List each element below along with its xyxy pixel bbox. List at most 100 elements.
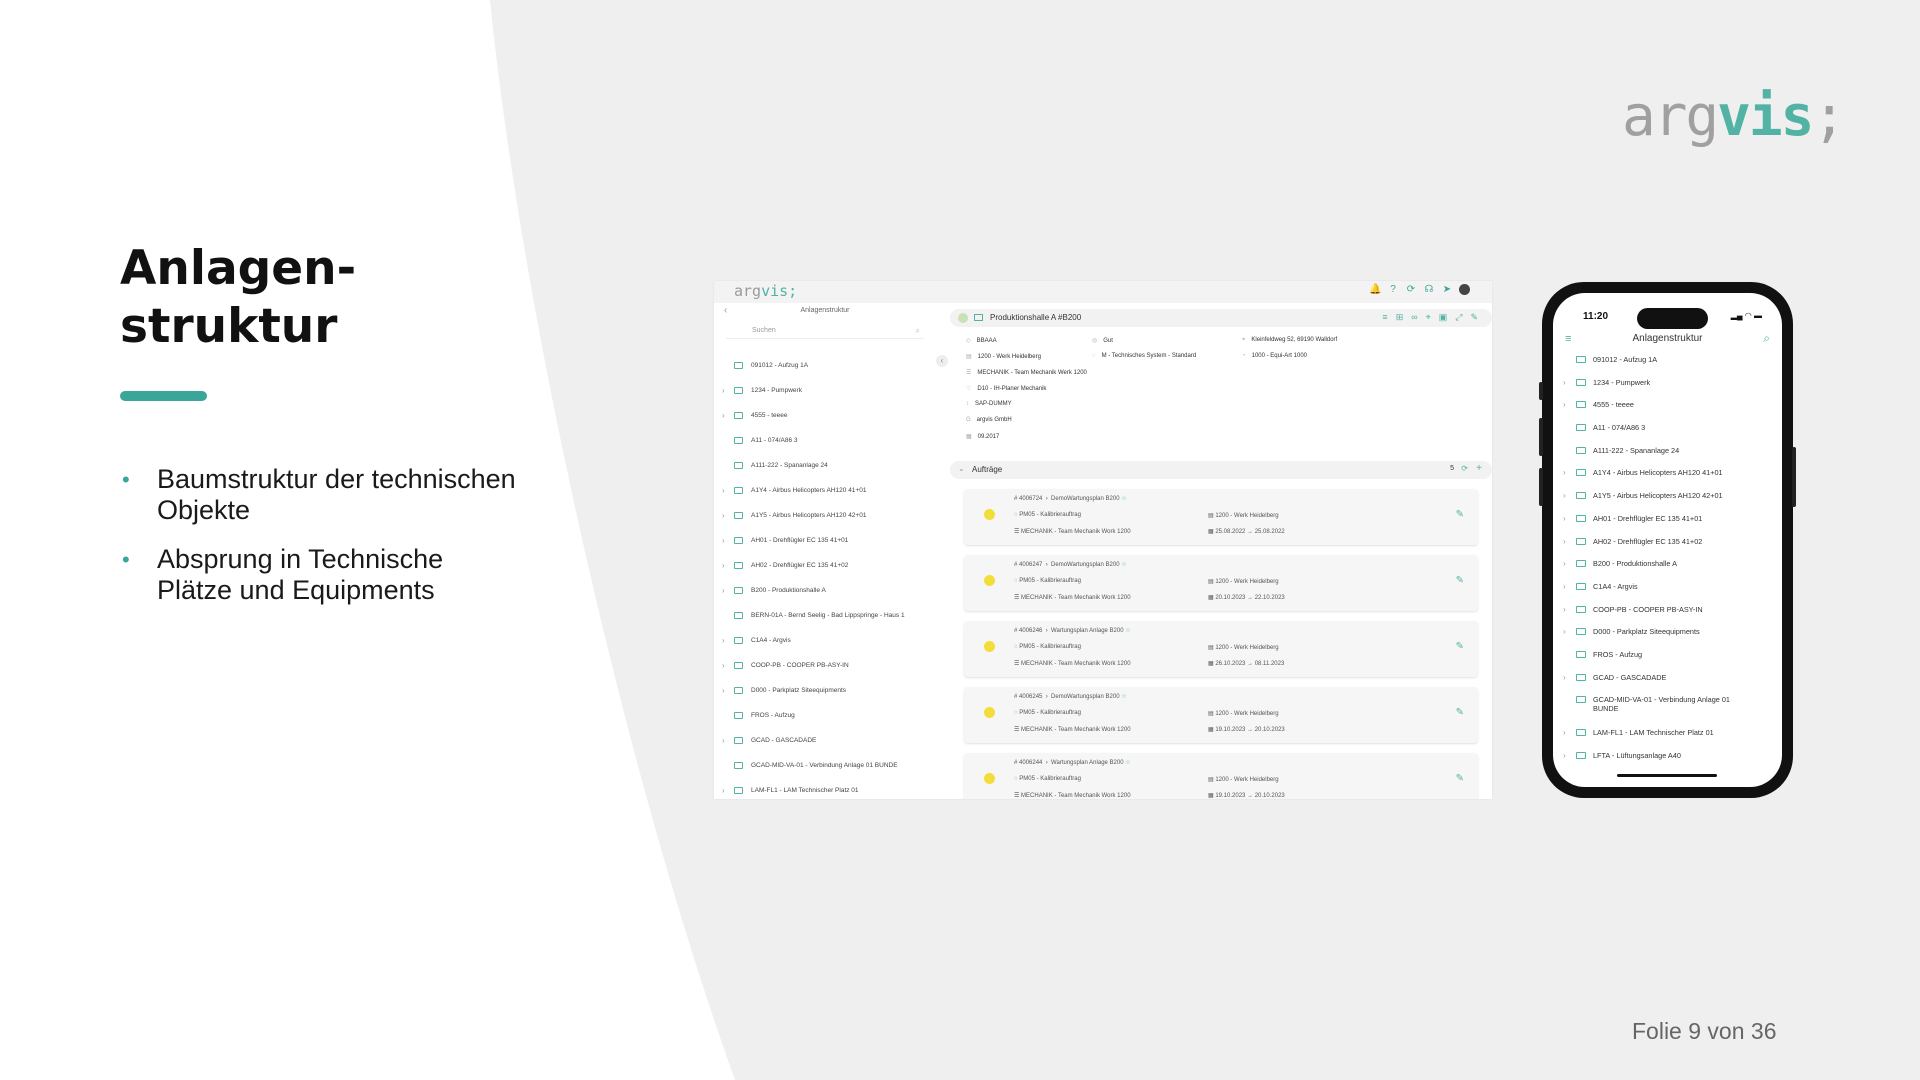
edit-icon[interactable]: ✎	[1470, 312, 1478, 323]
chevron-right-icon[interactable]: ›	[722, 661, 725, 671]
tree-item[interactable]: › A1Y4 - Airbus Helicopters AH120 41+01	[714, 486, 936, 511]
phone-tree-item[interactable]: › C1A4 - Argvis	[1553, 582, 1782, 605]
chevron-right-icon[interactable]: ›	[1563, 400, 1566, 409]
chevron-right-icon[interactable]: ›	[722, 411, 725, 421]
search-icon[interactable]: ⌕	[1763, 331, 1770, 346]
chevron-right-icon[interactable]: ›	[722, 786, 725, 796]
phone-tree-item[interactable]: › COOP-PB - COOPER PB-ASY-IN	[1553, 605, 1782, 628]
share-icon[interactable]: ⤢	[1455, 312, 1462, 323]
edit-icon[interactable]: ✎	[1456, 773, 1464, 784]
phone-tree-item[interactable]: › LFTA - Lüftungsanlage A40	[1553, 751, 1782, 774]
image-icon[interactable]: ▣	[1439, 312, 1448, 323]
chevron-right-icon[interactable]: ›	[722, 486, 725, 496]
order-number: 4006245	[1019, 694, 1043, 700]
chevron-right-icon[interactable]: ›	[1563, 514, 1566, 523]
chevron-right-icon[interactable]: ›	[722, 511, 725, 521]
tree-item-label: AH02 - Drehflügler EC 135 41+02	[751, 562, 849, 569]
tree-item[interactable]: 091012 - Aufzug 1A	[714, 361, 936, 386]
add-icon[interactable]: +	[1476, 463, 1482, 474]
chevron-right-icon[interactable]: ›	[722, 561, 725, 571]
send-icon[interactable]: ➤	[1441, 284, 1453, 296]
phone-tree-item[interactable]: › AH01 - Drehflügler EC 135 41+01	[1553, 514, 1782, 537]
phone-tree-item[interactable]: FROS - Aufzug	[1553, 650, 1782, 673]
chevron-right-icon[interactable]: ›	[1563, 378, 1566, 387]
phone-tree-item[interactable]: › A1Y5 - Airbus Helicopters AH120 42+01	[1553, 491, 1782, 514]
edit-icon[interactable]: ✎	[1456, 575, 1464, 586]
edit-icon[interactable]: ✎	[1456, 707, 1464, 718]
chevron-right-icon[interactable]: ›	[1563, 559, 1566, 568]
tree-item[interactable]: GCAD-MID-VA-01 - Verbindung Anlage 01 BU…	[714, 761, 936, 786]
tree-item[interactable]: › COOP-PB - COOPER PB-ASY-IN	[714, 661, 936, 686]
phone-tree-item[interactable]: A11 - 074/A86 3	[1553, 423, 1782, 446]
headset-icon[interactable]: ☊	[1423, 284, 1435, 296]
chevron-right-icon[interactable]: ›	[1563, 673, 1566, 682]
chevron-right-icon[interactable]: ›	[1563, 468, 1566, 477]
order-dates: 20.10.2023 → 22.10.2023	[1215, 595, 1285, 601]
tree-item[interactable]: FROS - Aufzug	[714, 711, 936, 736]
phone-tree-item[interactable]: GCAD-MID-VA-01 - Verbindung Anlage 01 BU…	[1553, 695, 1782, 728]
tree-item[interactable]: › GCAD - GASCADADE	[714, 736, 936, 761]
phone-tree-item[interactable]: › 4555 - teeee	[1553, 400, 1782, 423]
order-card[interactable]: # 4006247 › DemoWartungsplan B200 ☆ ◌ PM0…	[964, 555, 1478, 611]
chevron-right-icon[interactable]: ›	[722, 686, 725, 696]
layers-icon[interactable]: ≡	[1382, 312, 1387, 323]
chevron-down-icon[interactable]: ⌄	[958, 464, 965, 473]
pin-icon[interactable]: ⌖	[1426, 312, 1431, 323]
phone-tree-item[interactable]: › 1234 - Pumpwerk	[1553, 378, 1782, 401]
link-icon[interactable]: ∞	[1411, 312, 1417, 323]
tree-item[interactable]: › B200 - Produktionshalle A	[714, 586, 936, 611]
order-card[interactable]: # 4006724 › DemoWartungsplan B200 ☆ ◌ PM0…	[964, 489, 1478, 545]
star-icon: ☆	[1121, 562, 1127, 568]
orders-header[interactable]: ⌄ Aufträge 5 ⟳ +	[950, 461, 1492, 479]
tree-item[interactable]: › LAM-FL1 - LAM Technischer Platz 01	[714, 786, 936, 799]
tree-item[interactable]: A111-222 - Spananlage 24	[714, 461, 936, 486]
order-card[interactable]: # 4006245 › DemoWartungsplan B200 ☆ ◌ PM0…	[964, 687, 1478, 743]
location-icon	[734, 587, 743, 594]
phone-tree-item[interactable]: › AH02 - Drehflügler EC 135 41+02	[1553, 537, 1782, 560]
tree-item[interactable]: A11 - 074/A86 3	[714, 436, 936, 461]
phone-tree-item[interactable]: › B200 - Produktionshalle A	[1553, 559, 1782, 582]
chevron-right-icon[interactable]: ›	[1563, 627, 1566, 636]
chevron-right-icon[interactable]: ›	[1563, 537, 1566, 546]
chevron-right-icon[interactable]: ›	[722, 536, 725, 546]
chevron-right-icon[interactable]: ›	[1563, 728, 1566, 737]
chevron-right-icon[interactable]: ›	[1563, 751, 1566, 760]
tree-search-input[interactable]: Suchen ⌕	[726, 325, 924, 339]
chevron-right-icon[interactable]: ›	[1563, 582, 1566, 591]
edit-icon[interactable]: ✎	[1456, 509, 1464, 520]
phone-tree-item[interactable]: 091012 - Aufzug 1A	[1553, 355, 1782, 378]
tree-item[interactable]: BERN-01A - Bernd Seelig - Bad Lippspring…	[714, 611, 936, 636]
avatar[interactable]	[1459, 284, 1470, 295]
tree-icon[interactable]: ⊞	[1396, 312, 1404, 323]
phone-tree-item[interactable]: A111-222 - Spananlage 24	[1553, 446, 1782, 469]
phone-screen: 11:20 ▂▄ ◠ ▬ ≡ Anlagenstruktur ⌕ 091012 …	[1553, 293, 1782, 787]
order-dates: 25.08.2022 → 25.08.2022	[1215, 529, 1285, 535]
phone-tree-item[interactable]: › D000 - Parkplatz Siteequipments	[1553, 627, 1782, 650]
chevron-right-icon[interactable]: ›	[722, 636, 725, 646]
sync-icon[interactable]: ⟳	[1405, 284, 1417, 296]
refresh-icon[interactable]: ⟳	[1461, 464, 1468, 473]
tree-item[interactable]: › 4555 - teeee	[714, 411, 936, 436]
tree-item-label: 091012 - Aufzug 1A	[751, 362, 809, 369]
edit-icon[interactable]: ✎	[1456, 641, 1464, 652]
chevron-right-icon[interactable]: ›	[1563, 491, 1566, 500]
chevron-right-icon[interactable]: ›	[1563, 605, 1566, 614]
phone-tree-item[interactable]: › GCAD - GASCADADE	[1553, 673, 1782, 696]
phone-tree-item[interactable]: › LAM-FL1 - LAM Technischer Platz 01	[1553, 728, 1782, 751]
notification-icon[interactable]: 🔔	[1369, 284, 1381, 296]
help-icon[interactable]: ?	[1387, 284, 1399, 296]
order-card[interactable]: # 4006244 › Wartungsplan Anlage B200 ☆ ◌ …	[964, 753, 1478, 799]
tree-item[interactable]: › A1Y5 - Airbus Helicopters AH120 42+01	[714, 511, 936, 536]
order-card[interactable]: # 4006246 › Wartungsplan Anlage B200 ☆ ◌ …	[964, 621, 1478, 677]
tree-item[interactable]: › 1234 - Pumpwerk	[714, 386, 936, 411]
tree-item[interactable]: › AH01 - Drehflügler EC 135 41+01	[714, 536, 936, 561]
phone-tree-item-label: 4555 - teeee	[1593, 400, 1634, 410]
chevron-right-icon[interactable]: ›	[722, 586, 725, 596]
tree-item[interactable]: › C1A4 - Argvis	[714, 636, 936, 661]
phone-tree-item[interactable]: › A1Y4 - Airbus Helicopters AH120 41+01	[1553, 468, 1782, 491]
tree-item[interactable]: › AH02 - Drehflügler EC 135 41+02	[714, 561, 936, 586]
chevron-right-icon[interactable]: ›	[722, 386, 725, 396]
collapse-panel-button[interactable]: ‹	[936, 355, 948, 367]
tree-item[interactable]: › D000 - Parkplatz Siteequipments	[714, 686, 936, 711]
chevron-right-icon[interactable]: ›	[722, 736, 725, 746]
